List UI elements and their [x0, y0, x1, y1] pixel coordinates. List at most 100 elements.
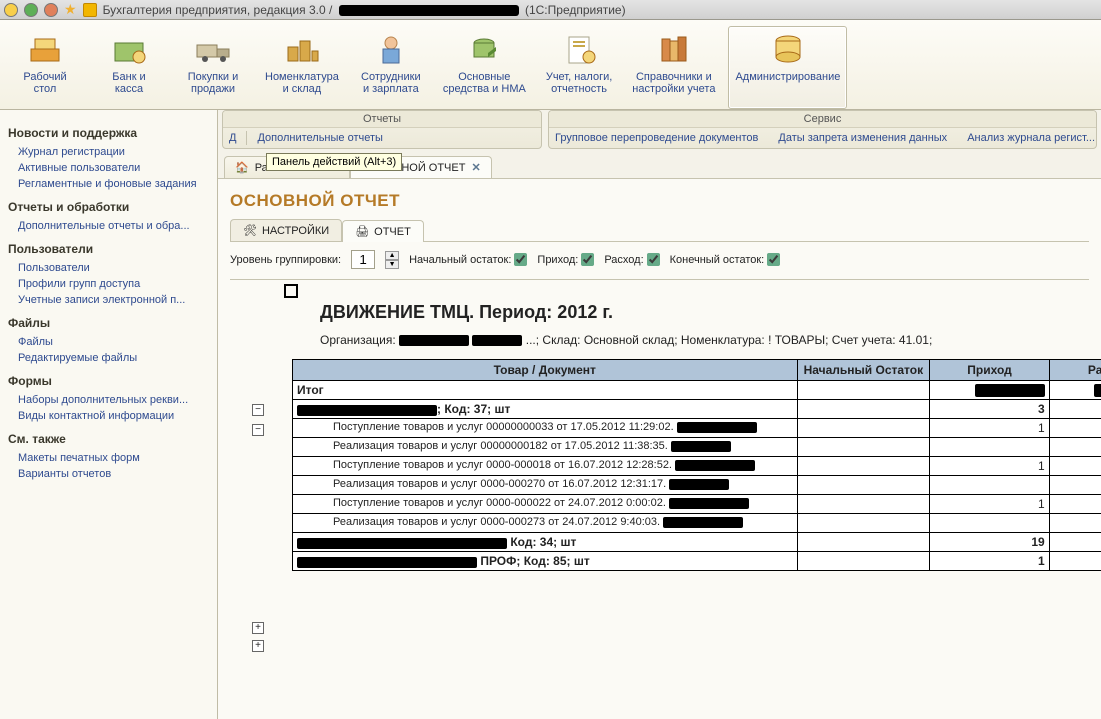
table-row[interactable]: Реализация товаров и услуг 0000-000270 о… — [293, 476, 1101, 495]
sidebar-heading: См. также — [8, 432, 209, 446]
section-head: Сервис — [549, 111, 1096, 128]
page-title: ОСНОВНОЙ ОТЧЕТ — [230, 191, 1089, 211]
chk-end-balance[interactable] — [767, 253, 780, 266]
favorite-icon[interactable]: ★ — [64, 1, 77, 18]
win-minimize-icon[interactable] — [4, 3, 18, 17]
report-content: ОСНОВНОЙ ОТЧЕТ 🛠НАСТРОЙКИ 🖨ОТЧЕТ Уровень… — [218, 179, 1101, 719]
db-icon — [768, 29, 808, 69]
col-header: Приход — [930, 360, 1049, 381]
chk-income[interactable] — [581, 253, 594, 266]
tab-settings[interactable]: 🛠НАСТРОЙКИ — [230, 219, 342, 241]
table-row-group[interactable]: Код: 34; шт1919 — [293, 533, 1101, 552]
section-link[interactable]: Д — [229, 132, 236, 144]
tooltip: Панель действий (Alt+3) — [266, 153, 402, 171]
sidebar-link[interactable]: Виды контактной информации — [8, 408, 209, 424]
toolbar-item-stock[interactable]: Номенклатураи склад — [258, 26, 346, 109]
sidebar: Новости и поддержка Журнал регистрации А… — [0, 110, 218, 719]
chk-start-balance[interactable] — [514, 253, 527, 266]
books-icon — [654, 29, 694, 69]
toolbar-item-refs[interactable]: Справочники инастройки учета — [625, 26, 722, 109]
redacted — [472, 335, 522, 346]
col-header: Расход — [1049, 360, 1101, 381]
report-tabs: 🛠НАСТРОЙКИ 🖨ОТЧЕТ — [230, 219, 1089, 242]
tree-expand-btn[interactable]: + — [252, 640, 264, 652]
table-row-group[interactable]: ; Код: 37; шт 33 — [293, 400, 1101, 419]
asset-icon — [464, 29, 504, 69]
tree-collapse-column: − − + + — [230, 400, 286, 652]
sidebar-link[interactable]: Учетные записи электронной п... — [8, 292, 209, 308]
win-close-icon[interactable] — [44, 3, 58, 17]
sidebar-link[interactable]: Дополнительные отчеты и обра... — [8, 218, 209, 234]
filter-label: Уровень группировки: — [230, 254, 341, 266]
table-row[interactable]: Поступление товаров и услуг 0000-000018 … — [293, 457, 1101, 476]
main-toolbar: Рабочийстол Банк икасса Покупки ипродажи… — [0, 20, 1101, 110]
filter-label: Приход: — [537, 254, 578, 266]
win-maximize-icon[interactable] — [24, 3, 38, 17]
toolbar-item-desktop[interactable]: Рабочийстол — [6, 26, 84, 109]
table-row-group[interactable]: ПРОФ; Код: 85; шт11 — [293, 552, 1101, 571]
person-icon — [371, 29, 411, 69]
sidebar-heading: Отчеты и обработки — [8, 200, 209, 214]
titlebar: ★ Бухгалтерия предприятия, редакция 3.0 … — [0, 0, 1101, 20]
table-row[interactable]: Реализация товаров и услуг 0000-000273 о… — [293, 514, 1101, 533]
sidebar-link[interactable]: Профили групп доступа — [8, 276, 209, 292]
section-link[interactable]: Дополнительные отчеты — [257, 132, 382, 144]
tree-collapse-btn[interactable]: − — [252, 424, 264, 436]
desk-icon — [25, 29, 65, 69]
filter-label: Расход: — [604, 254, 643, 266]
sidebar-heading: Файлы — [8, 316, 209, 330]
sidebar-link[interactable]: Варианты отчетов — [8, 466, 209, 482]
toolbar-label: Справочники инастройки учета — [632, 71, 715, 95]
bank-icon — [109, 29, 149, 69]
spin-up[interactable]: ▲ — [385, 251, 399, 260]
section-link[interactable]: Даты запрета изменения данных — [778, 132, 947, 144]
table-row[interactable]: Поступление товаров и услуг 0000-000022 … — [293, 495, 1101, 514]
sidebar-link[interactable]: Наборы дополнительных рекви... — [8, 392, 209, 408]
toolbar-item-admin[interactable]: Администрирование — [728, 26, 847, 109]
sidebar-link[interactable]: Пользователи — [8, 260, 209, 276]
print-icon: 🖨 — [355, 225, 369, 238]
tab-report[interactable]: 🖨ОТЧЕТ — [342, 220, 424, 242]
tree-collapse-btn[interactable]: − — [252, 404, 264, 416]
report-sheet: ДВИЖЕНИЕ ТМЦ. Период: 2012 г. Организаци… — [230, 279, 1089, 571]
group-level-input[interactable] — [351, 250, 375, 269]
toolbar-item-tax[interactable]: Учет, налоги,отчетность — [539, 26, 619, 109]
toolbar-item-assets[interactable]: Основныесредства и НМА — [436, 26, 533, 109]
redacted — [297, 405, 437, 416]
table-row[interactable]: Поступление товаров и услуг 00000000033 … — [293, 419, 1101, 438]
tree-expand-btn[interactable]: + — [252, 622, 264, 634]
redacted — [399, 335, 469, 346]
sidebar-link[interactable]: Активные пользователи — [8, 160, 209, 176]
section-link[interactable]: Групповое перепроведение документов — [555, 132, 758, 144]
close-icon[interactable]: ✕ — [471, 161, 480, 174]
group-level-spinner[interactable]: ▲▼ — [385, 251, 399, 269]
toolbar-item-bank[interactable]: Банк икасса — [90, 26, 168, 109]
sidebar-link[interactable]: Журнал регистрации — [8, 144, 209, 160]
section-link[interactable]: Анализ журнала регист... — [967, 132, 1095, 144]
home-icon: 🏠 — [235, 161, 249, 174]
sidebar-link[interactable]: Макеты печатных форм — [8, 450, 209, 466]
chk-outcome[interactable] — [647, 253, 660, 266]
spin-down[interactable]: ▼ — [385, 260, 399, 269]
sheet-mark-icon — [284, 284, 298, 298]
report-icon — [559, 29, 599, 69]
stock-icon — [282, 29, 322, 69]
toolbar-item-sales[interactable]: Покупки ипродажи — [174, 26, 252, 109]
sidebar-heading: Пользователи — [8, 242, 209, 256]
toolbar-item-staff[interactable]: Сотрудникии зарплата — [352, 26, 430, 109]
toolbar-label: Основныесредства и НМА — [443, 71, 526, 95]
col-header: Товар / Документ — [293, 360, 798, 381]
toolbar-label: Сотрудникии зарплата — [361, 71, 421, 95]
tab-label: НАСТРОЙКИ — [262, 225, 329, 237]
sidebar-link[interactable]: Файлы — [8, 334, 209, 350]
redacted — [1094, 384, 1101, 397]
sidebar-link[interactable]: Редактируемые файлы — [8, 350, 209, 366]
section-head: Отчеты — [223, 111, 541, 128]
toolbar-label: Учет, налоги,отчетность — [546, 71, 612, 95]
sidebar-link[interactable]: Регламентные и фоновые задания — [8, 176, 209, 192]
sheet-title: ДВИЖЕНИЕ ТМЦ. Период: 2012 г. — [320, 302, 1089, 323]
table-row[interactable]: Реализация товаров и услуг 00000000182 о… — [293, 438, 1101, 457]
sidebar-heading: Новости и поддержка — [8, 126, 209, 140]
filters-bar: Уровень группировки: ▲▼ Начальный остато… — [230, 250, 1089, 269]
toolbar-label: Администрирование — [735, 71, 840, 83]
